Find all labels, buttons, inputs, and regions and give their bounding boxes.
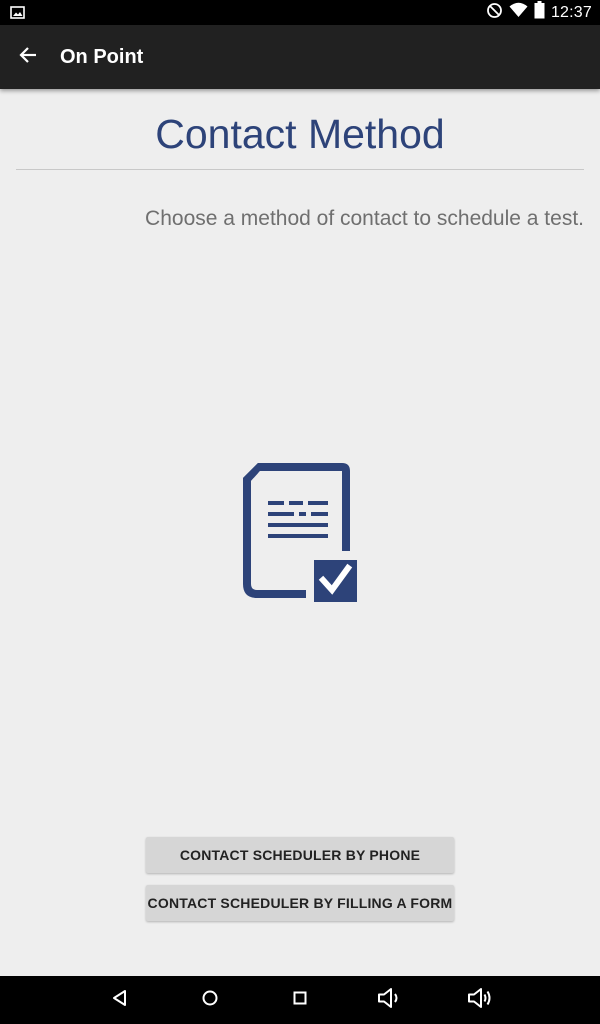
volume-up-button[interactable] xyxy=(466,986,494,1014)
volume-up-icon xyxy=(466,986,494,1015)
wifi-icon xyxy=(509,2,528,23)
system-nav-bar xyxy=(0,976,600,1024)
volume-down-icon xyxy=(376,986,404,1015)
home-circle-icon xyxy=(200,988,220,1013)
do-not-disturb-icon xyxy=(486,2,503,24)
nav-back-button[interactable] xyxy=(106,986,134,1014)
nav-recents-button[interactable] xyxy=(286,986,314,1014)
recents-square-icon xyxy=(290,988,310,1013)
image-notification-icon xyxy=(10,5,25,20)
document-checked-icon xyxy=(240,460,360,605)
title-divider xyxy=(16,169,584,170)
app-toolbar: On Point xyxy=(0,25,600,89)
status-bar: 12:37 xyxy=(0,0,600,25)
contact-by-phone-button[interactable]: CONTACT SCHEDULER BY PHONE xyxy=(146,837,454,873)
arrow-back-icon xyxy=(18,45,38,70)
volume-down-button[interactable] xyxy=(376,986,404,1014)
status-icons: 12:37 xyxy=(486,0,592,25)
nav-home-button[interactable] xyxy=(196,986,224,1014)
page-title: Contact Method xyxy=(155,111,445,157)
back-button[interactable] xyxy=(8,37,48,77)
instruction-text: Choose a method of contact to schedule a… xyxy=(145,207,584,230)
back-triangle-icon xyxy=(110,988,130,1013)
contact-by-form-button[interactable]: CONTACT SCHEDULER BY FILLING A FORM xyxy=(146,885,454,921)
battery-icon xyxy=(534,1,545,24)
status-time: 12:37 xyxy=(550,3,592,21)
toolbar-title: On Point xyxy=(60,46,144,68)
screen: 12:37 On Point Contact Method Choose a m… xyxy=(0,0,600,1024)
